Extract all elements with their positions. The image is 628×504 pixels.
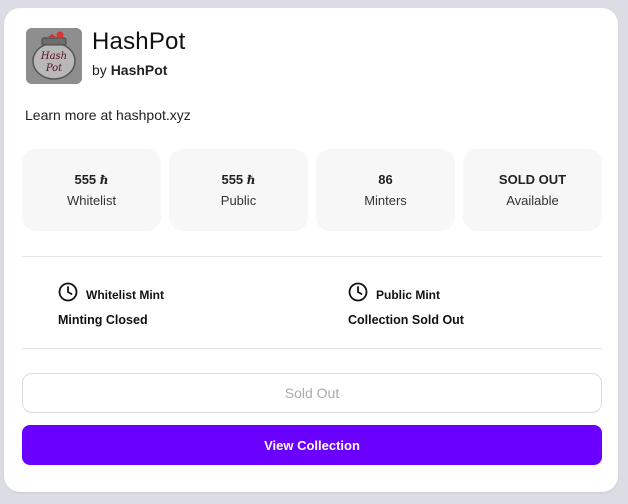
divider — [22, 256, 602, 257]
stat-value: 86 — [378, 172, 393, 187]
stat-label: Available — [506, 193, 559, 208]
stat-available: SOLD OUT Available — [463, 149, 602, 231]
svg-text:Hash: Hash — [40, 51, 67, 62]
phase-title: Whitelist Mint — [86, 287, 164, 302]
by-prefix: by — [92, 62, 107, 78]
stats-row: 555 ℏ Whitelist 555 ℏ Public 86 Minters … — [22, 149, 602, 231]
hbar-symbol: ℏ — [246, 173, 256, 187]
phase-status: Minting Closed — [58, 313, 148, 327]
creator-name[interactable]: HashPot — [111, 62, 168, 78]
phase-status: Collection Sold Out — [348, 313, 464, 327]
collection-logo: Hash Pot — [26, 28, 82, 84]
stat-value: 555 — [221, 172, 244, 187]
stat-label: Minters — [364, 193, 407, 208]
hbar-symbol: ℏ — [99, 173, 109, 187]
phase-public-mint: Public Mint Collection Sold Out — [348, 282, 464, 327]
svg-text:Pot: Pot — [45, 63, 63, 74]
learn-more-link[interactable]: Learn more at hashpot.xyz — [25, 107, 191, 123]
divider — [22, 348, 602, 349]
stat-value: 555 — [74, 172, 97, 187]
stat-whitelist: 555 ℏ Whitelist — [22, 149, 161, 231]
clock-icon — [58, 282, 78, 307]
phase-title: Public Mint — [376, 287, 440, 302]
stat-minters: 86 Minters — [316, 149, 455, 231]
sold-out-button[interactable]: Sold Out — [22, 373, 602, 413]
view-collection-button[interactable]: View Collection — [22, 425, 602, 465]
stat-public: 555 ℏ Public — [169, 149, 308, 231]
stat-label: Public — [220, 193, 257, 208]
phase-whitelist-mint: Whitelist Mint Minting Closed — [58, 282, 164, 327]
collection-card: Hash Pot HashPot by HashPot Learn more a… — [4, 8, 618, 492]
collection-title: HashPot — [92, 28, 186, 55]
creator-byline: by HashPot — [92, 62, 185, 78]
stat-label: Whitelist — [66, 193, 117, 208]
clock-icon — [348, 282, 368, 307]
collection-header: Hash Pot HashPot by HashPot — [26, 28, 185, 84]
stat-value: SOLD OUT — [498, 172, 567, 187]
